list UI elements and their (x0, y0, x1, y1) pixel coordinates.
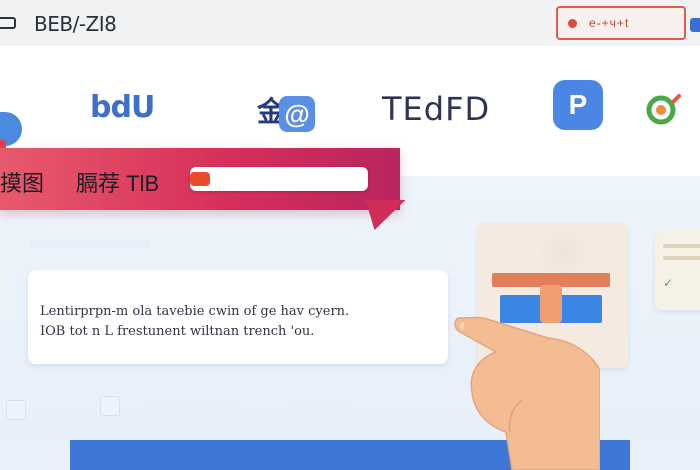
banner-label-b: 膈荐 TlB (76, 171, 160, 196)
checklist-line (663, 244, 700, 248)
input-marker-icon (190, 172, 210, 186)
ghost-line (30, 240, 150, 248)
ghost-line (290, 402, 350, 410)
check-icon: ✓ (663, 276, 674, 290)
logo-p-app[interactable]: P (553, 80, 603, 130)
card-glow (533, 229, 593, 277)
message-card: Lentirprpn-m ola tavebie cwin of ge hav … (28, 270, 448, 364)
ghost-checkbox (100, 396, 120, 416)
logo-bdu[interactable]: bdU (90, 90, 155, 125)
ghost-line (150, 402, 240, 410)
ghost-checkbox (6, 400, 26, 420)
pointing-hand-illustration (454, 316, 600, 470)
banner-search-input[interactable] (190, 167, 368, 191)
top-bar: BEB/-ZI8 e-+ч+t (0, 0, 700, 47)
green-orange-circle-icon[interactable] (645, 92, 681, 128)
app-title: BEB/-ZI8 (34, 12, 117, 36)
message-line-1: Lentirprpn-m ola tavebie cwin of ge hav … (40, 304, 350, 319)
at-badge-icon: @ (279, 95, 316, 132)
app-title-main: BEB/-ZI8 (34, 12, 117, 36)
logo-edfd[interactable]: ТEdFD (382, 90, 490, 128)
record-button-label: e-+ч+t (589, 16, 630, 30)
back-icon[interactable] (0, 17, 16, 29)
banner-label-a: 摸图 (0, 171, 45, 196)
logo-chinese-at[interactable]: 金@ (257, 90, 316, 132)
record-button[interactable]: e-+ч+t (556, 6, 686, 40)
checklist-card[interactable]: ✓ (655, 230, 700, 310)
checklist-line (663, 256, 700, 260)
edge-tab-icon[interactable] (690, 18, 700, 32)
record-dot-icon (568, 18, 577, 28)
message-line-2: IOB tot n L frestunent wiltnan trench 'o… (40, 324, 315, 339)
